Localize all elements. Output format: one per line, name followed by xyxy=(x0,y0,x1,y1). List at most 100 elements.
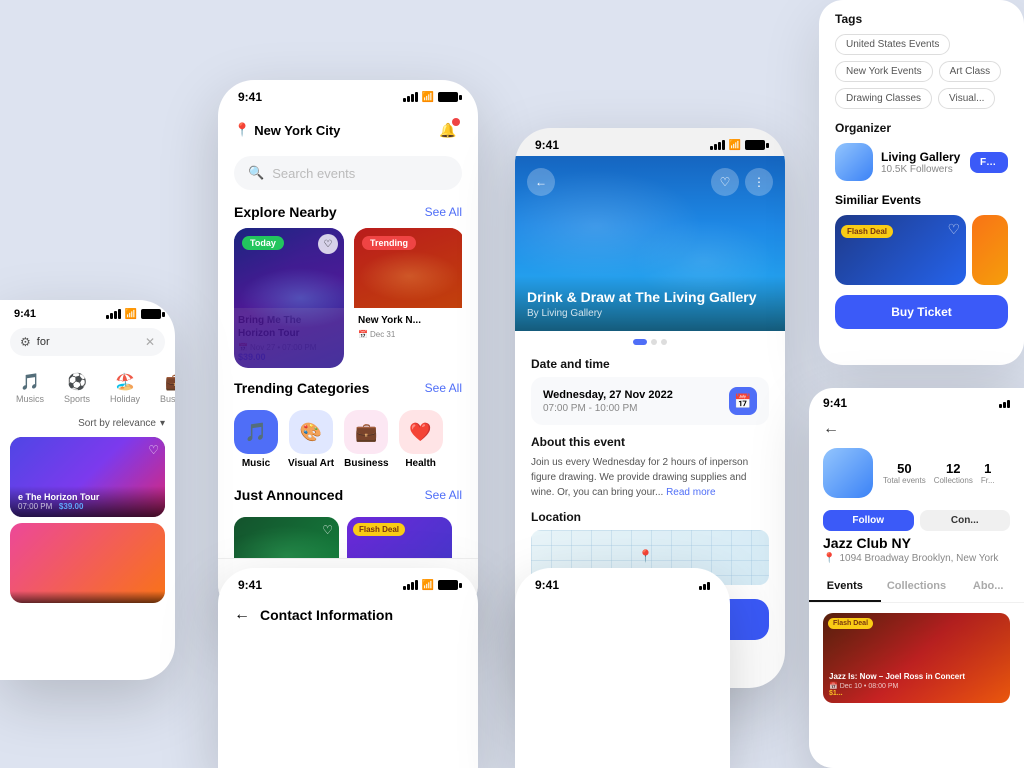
mini-event-1-overlay: e The Horizon Tour 07:00 PM $39.00 xyxy=(10,486,165,517)
event-time: 07:00 PM - 10:00 PM xyxy=(543,403,673,414)
detail-indicators xyxy=(515,331,785,349)
status-bar-detail: 9:41 📶 xyxy=(515,128,785,156)
filter-sports[interactable]: ⚽ Sports xyxy=(58,368,96,408)
phone-search: 9:41 📶 ⚙ for ✕ 🎵 Musics ⚽ Sports 🏖️ Holi… xyxy=(0,300,175,680)
org-event-1-date: 📅 Dec 10 • 08:00 PM xyxy=(829,682,965,690)
contact-title: Contact Information xyxy=(260,607,393,623)
tag-4[interactable]: Visual... xyxy=(938,88,995,109)
wifi-icon-search: 📶 xyxy=(125,309,137,320)
event-card-1[interactable]: Trending New York N... 📅 Dec 31 xyxy=(354,228,462,368)
notification-button[interactable]: 🔔 xyxy=(434,116,462,144)
cat-music[interactable]: 🎵 Music xyxy=(234,410,278,469)
tab-events[interactable]: Events xyxy=(809,572,881,602)
sports-filter-icon: ⚽ xyxy=(67,372,87,392)
date-card: Wednesday, 27 Nov 2022 07:00 PM - 10:00 … xyxy=(531,377,769,425)
notification-dot xyxy=(452,118,460,126)
filter-business[interactable]: 💼 Busin... xyxy=(154,368,175,408)
calendar-icon[interactable]: 📅 xyxy=(729,387,757,415)
business-filter-icon: 💼 xyxy=(165,372,175,392)
search-icon: 🔍 xyxy=(248,165,264,181)
tag-3[interactable]: Drawing Classes xyxy=(835,88,932,109)
music-filter-icon: 🎵 xyxy=(20,372,40,392)
mini-event-1-meta: 07:00 PM $39.00 xyxy=(18,502,157,511)
tab-collections[interactable]: Collections xyxy=(881,572,953,602)
location-bar: 📍 New York City 🔔 xyxy=(218,108,478,152)
mini-event-1[interactable]: ♡ e The Horizon Tour 07:00 PM $39.00 xyxy=(10,437,165,517)
dot-3 xyxy=(661,339,667,345)
heart-button-detail[interactable]: ♡ xyxy=(711,168,739,196)
tag-1[interactable]: New York Events xyxy=(835,61,933,82)
trending-see-all[interactable]: See All xyxy=(425,381,462,395)
read-more-link[interactable]: Read more xyxy=(666,487,715,498)
wifi-icon: 📶 xyxy=(422,92,434,103)
flash-deal-badge-2: Flash Deal xyxy=(353,523,405,536)
location-title: Location xyxy=(531,510,769,524)
search-filter-bar[interactable]: ⚙ for ✕ xyxy=(10,328,165,356)
cat-business[interactable]: 💼 Business xyxy=(344,410,388,469)
location-display[interactable]: 📍 New York City xyxy=(234,122,340,138)
trending-title: Trending Categories xyxy=(234,380,369,396)
filter-holiday[interactable]: 🏖️ Holiday xyxy=(104,368,146,408)
sort-bar[interactable]: Sort by relevance ▾ xyxy=(0,414,175,433)
phone-bottom: 9:41 xyxy=(515,568,730,768)
org-event-1[interactable]: Jazz Is: Now – Joel Ross in Concert 📅 De… xyxy=(823,613,1010,703)
event-date: Wednesday, 27 Nov 2022 xyxy=(543,389,673,401)
signal-bottom xyxy=(699,580,710,590)
tags-row: United States Events New York Events Art… xyxy=(835,34,1008,109)
cat-visual-art[interactable]: 🎨 Visual Art xyxy=(288,410,334,469)
similar-heart-1[interactable]: ♡ xyxy=(947,221,960,238)
phone-org: 9:41 ← 50 Total events 12 Collections 1 … xyxy=(809,388,1024,768)
contact-header: ← Contact Information xyxy=(218,596,478,634)
tab-about[interactable]: Abo... xyxy=(952,572,1024,602)
similar-card-1[interactable]: Flash Deal ♡ xyxy=(835,215,966,285)
more-button-detail[interactable]: ⋮ xyxy=(745,168,773,196)
announced-see-all[interactable]: See All xyxy=(425,488,462,502)
tag-0[interactable]: United States Events xyxy=(835,34,950,55)
explore-nearby-header: Explore Nearby See All xyxy=(234,200,462,228)
org-time: 9:41 xyxy=(823,396,847,410)
tag-2[interactable]: Art Class xyxy=(939,61,1002,82)
visual-art-icon: 🎨 xyxy=(289,410,333,454)
search-time: 9:41 xyxy=(14,308,36,320)
org-location: 📍 1094 Broadway Brooklyn, New York xyxy=(809,553,1024,572)
phone-main: 9:41 📶 📍 New York City 🔔 🔍 Search events… xyxy=(218,80,478,620)
org-back-button[interactable]: ← xyxy=(823,420,839,437)
mini-heart-1[interactable]: ♡ xyxy=(148,443,159,457)
cat-health[interactable]: ❤️ Health xyxy=(399,410,443,469)
clear-search-icon[interactable]: ✕ xyxy=(145,335,155,349)
signal-icon xyxy=(403,92,418,102)
holiday-filter-icon: 🏖️ xyxy=(115,372,135,392)
similar-title: Similiar Events xyxy=(835,193,1008,207)
event-cards-row: Today ♡ Bring Me The Horizon Tour 📅 Nov … xyxy=(234,228,462,368)
search-bar[interactable]: 🔍 Search events xyxy=(234,156,462,190)
mini-event-2[interactable] xyxy=(10,523,165,603)
just-announced-title: Just Announced xyxy=(234,487,343,503)
search-input[interactable]: for xyxy=(37,336,139,348)
follow-button[interactable]: Foll... xyxy=(970,152,1008,173)
sort-label: Sort by relevance xyxy=(78,418,156,429)
filter-icon[interactable]: ⚙ xyxy=(20,335,31,349)
back-button-detail[interactable]: ← xyxy=(527,168,555,196)
status-bar-bottom: 9:41 xyxy=(515,568,730,596)
similar-card-2[interactable] xyxy=(972,215,1008,285)
event-date-1: 📅 Dec 31 xyxy=(358,330,395,339)
filter-musics[interactable]: 🎵 Musics xyxy=(10,368,50,408)
hero-controls: ← ♡ ⋮ xyxy=(527,168,773,196)
hero-overlay: Drink & Draw at The Living Gallery By Li… xyxy=(515,276,785,331)
signal-icon-search xyxy=(106,309,121,319)
announced-heart-1[interactable]: ♡ xyxy=(322,523,333,537)
phone-contact: 9:41 📶 ← Contact Information xyxy=(218,568,478,768)
back-btn-contact[interactable]: ← xyxy=(234,606,250,624)
today-badge: Today xyxy=(242,236,284,250)
org-follow-button[interactable]: Follow xyxy=(823,510,914,531)
total-events-label: Total events xyxy=(883,476,926,485)
similar-events-section: Similiar Events Flash Deal ♡ Buy Ticket xyxy=(835,193,1008,329)
explore-see-all[interactable]: See All xyxy=(425,205,462,219)
buy-ticket-button-right[interactable]: Buy Ticket xyxy=(835,295,1008,329)
event-card-0[interactable]: Today ♡ Bring Me The Horizon Tour 📅 Nov … xyxy=(234,228,344,368)
event-heart-0[interactable]: ♡ xyxy=(318,234,338,254)
business-icon: 💼 xyxy=(344,410,388,454)
mini-event-2-overlay xyxy=(10,591,165,603)
collections-label: Collections xyxy=(934,476,973,485)
org-contact-button[interactable]: Con... xyxy=(920,510,1011,531)
